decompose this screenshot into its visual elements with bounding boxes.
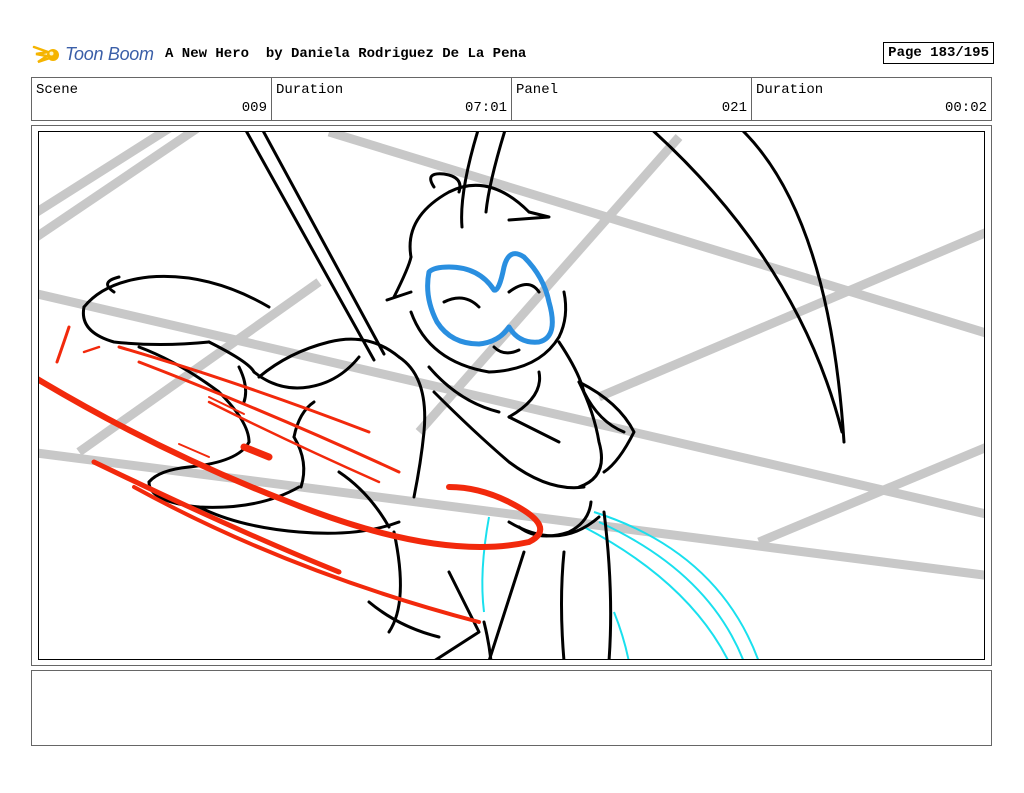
- panel-duration-cell: Duration 00:02: [752, 78, 991, 120]
- panel-label: Panel: [516, 82, 559, 98]
- scene-duration-value: 07:01: [464, 100, 507, 116]
- storyboard-sketch: [39, 132, 984, 659]
- project-title: A New Hero: [165, 46, 250, 62]
- panel-frame: [31, 125, 992, 666]
- page-number: Page 183/195: [883, 42, 994, 64]
- scene-label: Scene: [36, 82, 79, 98]
- author-credit: by Daniela Rodriguez De La Pena: [265, 46, 527, 62]
- toon-boom-logo: Toon Boom: [32, 40, 154, 68]
- scene-value: 009: [241, 100, 267, 116]
- scene-duration-cell: Duration 07:01: [272, 78, 512, 120]
- red-action-lines: [39, 325, 544, 624]
- scene-duration-label: Duration: [276, 82, 344, 98]
- panel-duration-value: 00:02: [944, 100, 987, 116]
- cyan-action-lines: [481, 511, 759, 659]
- panel-info-table: Scene 009 Duration 07:01 Panel 021 Durat…: [31, 77, 992, 121]
- storyboard-header: Toon Boom A New Hero by Daniela Rodrigue…: [32, 38, 994, 70]
- star-burst-icon: [32, 45, 59, 64]
- notes-area: [31, 670, 992, 746]
- panel-drawing-area: [38, 131, 985, 660]
- logo-text: Toon Boom: [65, 43, 154, 64]
- panel-cell: Panel 021: [512, 78, 752, 120]
- scene-cell: Scene 009: [32, 78, 272, 120]
- project-title-line: A New Hero by Daniela Rodriguez De La Pe…: [165, 46, 526, 62]
- panel-duration-label: Duration: [756, 82, 824, 98]
- panel-value: 021: [721, 100, 747, 116]
- character-linework: [81, 132, 846, 659]
